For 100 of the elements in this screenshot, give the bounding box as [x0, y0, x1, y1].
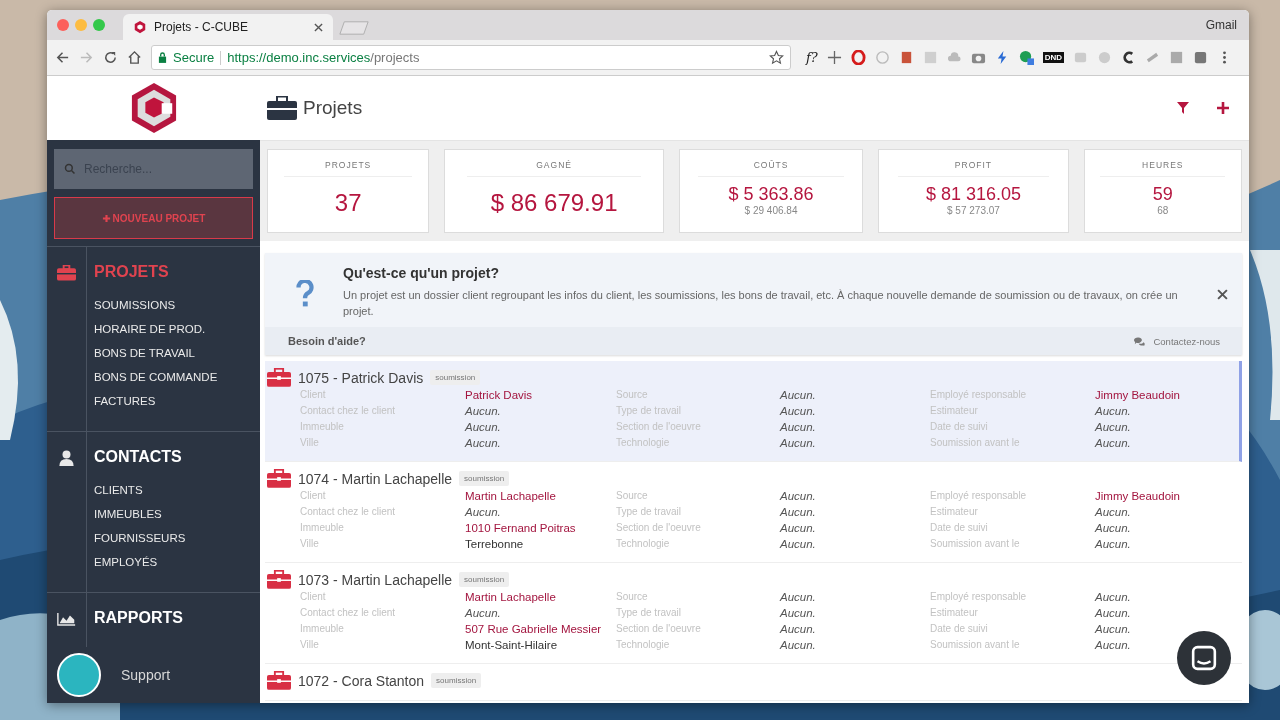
help-text: Un projet est un dossier client regroupant les infos du client, les soumissions, les bons de travail, etc. À chaque nouvelle demande de soumission ou de travaux, on crée un projet. — [343, 288, 1179, 319]
field-value: Aucun. — [780, 404, 817, 419]
field-value: Aucun. — [1095, 521, 1132, 536]
field-label: Immeuble — [300, 521, 345, 535]
question-icon — [295, 280, 315, 308]
briefcase-icon — [57, 265, 76, 281]
address-bar[interactable]: Secure https://demo.inc.services/projects — [151, 45, 791, 70]
nav-item[interactable]: FACTURES — [94, 389, 218, 413]
project-title[interactable]: 1074 - Martin Lachapelle — [298, 470, 453, 487]
nav-item[interactable]: BONS DE TRAVAIL — [94, 341, 218, 365]
support-link[interactable]: Support — [121, 667, 171, 683]
page-title: Projets — [303, 97, 363, 119]
field-label: Estimateur — [930, 606, 979, 620]
nav-item[interactable]: SOUMISSIONS — [94, 293, 218, 317]
field-value: Aucun. — [780, 436, 817, 451]
field-value[interactable]: Jimmy Beaudoin — [1095, 387, 1239, 403]
status-badge: soumission — [459, 471, 510, 486]
area-chart-icon — [57, 611, 76, 627]
profile-name[interactable]: Gmail — [1205, 18, 1237, 32]
filter-icon[interactable] — [1177, 102, 1189, 114]
field-value: Aucun. — [780, 622, 817, 637]
stat-value: 59 — [1152, 184, 1173, 205]
close-icon[interactable] — [1217, 289, 1228, 300]
nav-section-title[interactable]: RAPPORTS — [94, 609, 183, 627]
stat-label: HEURES — [1100, 160, 1226, 177]
project-title[interactable]: 1073 - Martin Lachapelle — [298, 571, 453, 588]
stat-value: $ 86 679.91 — [490, 189, 618, 217]
field-value[interactable]: 1010 Fernand Poitras — [465, 520, 616, 536]
help-footer-text: Besoin d'aide? — [288, 335, 366, 347]
move-icon[interactable] — [826, 50, 842, 65]
stat-subvalue: 68 — [1157, 205, 1169, 216]
field-label: Employé responsable — [930, 489, 1028, 503]
field-label: Source — [616, 489, 649, 503]
nav-item[interactable]: HORAIRE DE PROD. — [94, 317, 218, 341]
reload-icon[interactable] — [103, 50, 118, 65]
stat-subvalue: $ 29 406.84 — [744, 205, 798, 216]
field-value: Aucun. — [465, 420, 502, 435]
field-label: Type de travail — [616, 505, 683, 519]
plus-icon[interactable] — [1217, 102, 1229, 114]
stat-subvalue: $ 57 273.07 — [947, 205, 1000, 216]
chat-icon — [1134, 336, 1146, 346]
nav-item[interactable]: IMMEUBLES — [94, 502, 186, 526]
nav-item[interactable]: FOURNISSEURS — [94, 526, 186, 550]
briefcase-icon — [267, 570, 291, 589]
field-value: Aucun. — [780, 521, 817, 536]
field-label: Technologie — [616, 537, 671, 551]
extension-button[interactable]: f? — [806, 50, 818, 65]
nav-item[interactable]: CLIENTS — [94, 478, 186, 502]
field-value: Mont-Saint-Hilaire — [465, 638, 559, 653]
field-label: Source — [616, 590, 649, 604]
field-label: Soumission avant le — [930, 638, 1021, 652]
field-label: Client — [300, 489, 327, 503]
field-value[interactable]: Jimmy Beaudoin — [1095, 488, 1242, 504]
close-icon[interactable] — [314, 22, 323, 32]
nav-item[interactable]: EMPLOYÉS — [94, 550, 186, 574]
briefcase-icon — [267, 671, 291, 690]
field-value: Aucun. — [465, 404, 502, 419]
project-title[interactable]: 1075 - Patrick Davis — [298, 369, 424, 386]
stat-label: GAGNÉ — [467, 160, 642, 177]
avatar[interactable] — [57, 653, 101, 697]
field-value: Aucun. — [465, 505, 502, 520]
close-window-button[interactable] — [57, 19, 69, 31]
chat-button[interactable] — [1177, 631, 1231, 685]
field-value: Aucun. — [780, 590, 817, 605]
field-label: Employé responsable — [930, 590, 1028, 604]
field-label: Estimateur — [930, 404, 979, 418]
stat-value: 37 — [334, 189, 362, 217]
dnd-badge[interactable]: DND — [1042, 52, 1065, 63]
field-value[interactable]: Patrick Davis — [465, 387, 616, 403]
project-title[interactable]: 1072 - Cora Stanton — [298, 672, 425, 689]
star-icon[interactable] — [769, 50, 784, 65]
field-value[interactable]: Martin Lachapelle — [465, 488, 616, 504]
back-icon[interactable] — [55, 50, 70, 65]
field-value: Aucun. — [780, 489, 817, 504]
cube-logo-icon — [129, 82, 178, 134]
briefcase-icon — [267, 96, 297, 120]
field-label: Contact chez le client — [300, 606, 397, 620]
field-value: Aucun. — [1095, 606, 1132, 621]
browser-tab[interactable]: Projets - C-CUBE — [123, 14, 333, 40]
field-value: Aucun. — [780, 606, 817, 621]
contact-link[interactable]: Contactez-nous — [1153, 335, 1220, 347]
stat-value: $ 81 316.05 — [925, 184, 1021, 205]
field-label: Section de l'oeuvre — [616, 521, 702, 535]
field-value[interactable]: 507 Rue Gabrielle Messier — [465, 621, 616, 637]
field-value: Aucun. — [780, 388, 817, 403]
nav-item[interactable]: BONS DE COMMANDE — [94, 365, 218, 389]
home-icon[interactable] — [127, 50, 142, 65]
field-value: Aucun. — [465, 436, 502, 451]
field-value: Aucun. — [1095, 537, 1132, 552]
field-label: Technologie — [616, 638, 671, 652]
field-value: Aucun. — [465, 606, 502, 621]
briefcase-icon — [267, 469, 291, 488]
field-value: Aucun. — [780, 537, 817, 552]
lock-icon — [158, 52, 167, 63]
field-label: Type de travail — [616, 606, 683, 620]
nav-section-title[interactable]: CONTACTS — [94, 448, 186, 466]
field-value[interactable]: Martin Lachapelle — [465, 589, 616, 605]
cube-logo-icon — [133, 20, 147, 34]
status-badge: soumission — [430, 370, 481, 385]
stat-label: PROFIT — [898, 160, 1049, 177]
